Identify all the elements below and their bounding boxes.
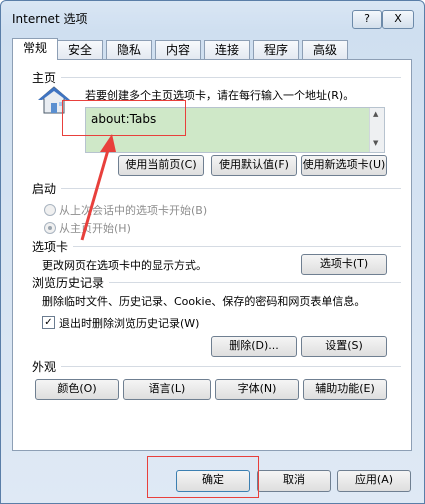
tab-general[interactable]: 常规 — [12, 38, 58, 60]
annotation-arrow — [80, 134, 116, 241]
